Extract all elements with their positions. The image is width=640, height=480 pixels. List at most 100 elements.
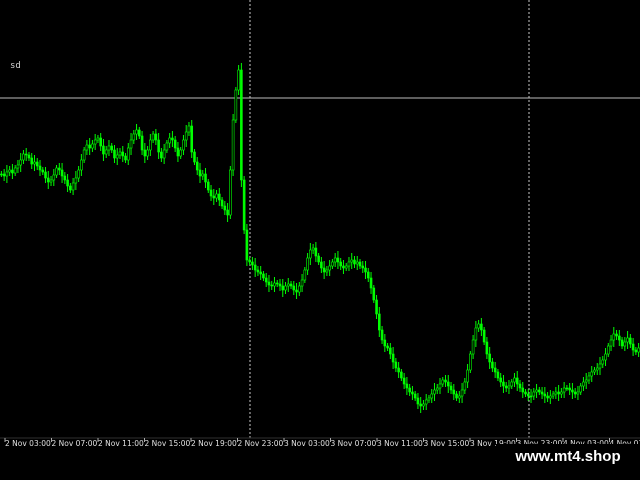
- candle-body: [601, 359, 605, 365]
- candle-body: [251, 261, 254, 266]
- candle-body: [80, 159, 83, 171]
- candle-body: [460, 389, 464, 397]
- candle-body: [328, 265, 331, 271]
- x-tick-label: 3 Nov 07:00: [331, 439, 377, 448]
- candle-body: [237, 69, 240, 91]
- candle-body: [264, 277, 268, 283]
- candle-body: [278, 283, 282, 287]
- candle-body: [383, 339, 387, 347]
- candle-body: [463, 381, 467, 391]
- candle-body: [402, 377, 406, 385]
- candle-body: [212, 195, 216, 199]
- candle-body: [104, 149, 108, 155]
- candle-body: [126, 147, 130, 161]
- candle-body: [311, 247, 315, 251]
- candle-body: [369, 277, 373, 289]
- candle-body: [171, 137, 174, 141]
- x-tick-label: 2 Nov 03:00: [5, 439, 51, 448]
- candle-body: [0, 173, 3, 176]
- candle-body: [430, 393, 434, 399]
- candle-body: [306, 257, 309, 271]
- candle-body: [245, 229, 249, 261]
- candle-body: [107, 145, 111, 151]
- candle-body: [93, 139, 97, 145]
- candle-body: [353, 259, 356, 265]
- candle-body: [587, 375, 591, 381]
- candle-body: [143, 149, 147, 157]
- candle-body: [510, 381, 514, 387]
- candle-body: [179, 149, 182, 157]
- candle-body: [298, 285, 301, 293]
- candle-body: [538, 389, 541, 393]
- candle-body: [231, 119, 235, 171]
- candle-body: [386, 345, 389, 349]
- candle-body: [405, 383, 409, 389]
- candle-body: [140, 135, 144, 151]
- candle-body: [543, 393, 547, 397]
- candle-body: [333, 257, 337, 263]
- candle-body: [413, 393, 417, 399]
- candle-body: [289, 283, 293, 287]
- candle-body: [535, 389, 538, 393]
- candle-body: [322, 267, 326, 273]
- candle-body: [325, 269, 329, 273]
- candle-body: [408, 387, 411, 393]
- candle-body: [444, 379, 447, 383]
- candle-body: [389, 347, 392, 355]
- candle-body: [634, 349, 638, 353]
- candle-body: [309, 249, 312, 259]
- candle-body: [485, 341, 489, 355]
- candle-body: [620, 339, 624, 347]
- candle-body: [521, 387, 525, 393]
- candle-body: [491, 361, 494, 369]
- candle-body: [606, 345, 610, 355]
- candle-body: [41, 169, 45, 173]
- candle-body: [529, 395, 533, 398]
- candle-body: [11, 169, 14, 174]
- candle-body: [350, 259, 354, 263]
- candle-body: [361, 265, 365, 269]
- candle-body: [394, 361, 398, 369]
- candle-body: [195, 161, 199, 171]
- candle-body: [66, 179, 69, 187]
- candle-body: [631, 343, 635, 351]
- x-tick-label: 3 Nov 03:00: [284, 439, 330, 448]
- candle-body: [452, 389, 456, 395]
- candle-body: [204, 173, 207, 183]
- candle-body: [571, 389, 574, 393]
- candle-body: [226, 209, 229, 216]
- candle-body: [502, 381, 505, 387]
- candles-group: [0, 63, 640, 439]
- candle-body: [13, 167, 17, 174]
- candle-body: [168, 137, 171, 144]
- candle-body: [295, 289, 298, 293]
- candle-body: [562, 387, 566, 393]
- candle-body: [339, 261, 342, 267]
- candle-body: [493, 367, 497, 373]
- candle-body: [573, 391, 577, 395]
- candle-body: [546, 395, 549, 399]
- candle-body: [82, 149, 86, 161]
- candle-body: [560, 391, 563, 395]
- candle-body: [604, 353, 607, 361]
- candle-body: [102, 145, 105, 155]
- candle-body: [380, 329, 384, 341]
- candle-body: [419, 403, 422, 407]
- x-tick-label: 2 Nov 15:00: [145, 439, 191, 448]
- candle-body: [146, 149, 149, 157]
- candle-body: [455, 393, 458, 399]
- candle-body: [248, 259, 251, 263]
- candle-body: [270, 284, 274, 287]
- chart-canvas[interactable]: 2 Nov 03:00 2 Nov 07:00 2 Nov 11:00 2 Nov 1…: [0, 0, 640, 480]
- candle-body: [118, 151, 122, 156]
- candle-body: [317, 255, 320, 263]
- candle-body: [19, 159, 22, 166]
- candle-body: [273, 282, 276, 287]
- candle-body: [198, 169, 202, 177]
- candle-body: [275, 282, 279, 285]
- candle-body: [201, 173, 205, 177]
- candle-body: [60, 169, 64, 177]
- candle-body: [5, 171, 9, 177]
- price-chart[interactable]: 2 Nov 03:00 2 Nov 07:00 2 Nov 11:00 2 Nov 1…: [0, 0, 640, 480]
- candle-body: [284, 285, 287, 291]
